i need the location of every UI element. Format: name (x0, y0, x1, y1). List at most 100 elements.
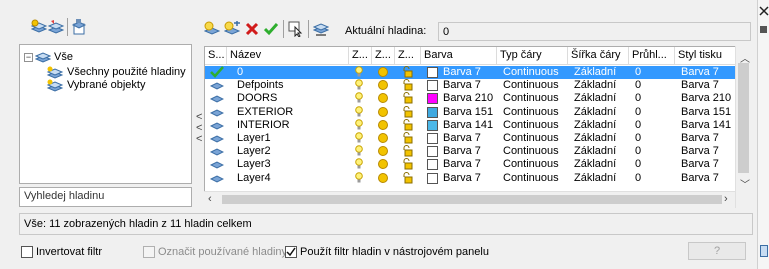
layer-name[interactable]: DOORS (237, 92, 347, 105)
scroll-left-icon[interactable]: ‹ (208, 193, 212, 205)
vertical-scroll-thumb[interactable] (738, 63, 749, 173)
layer-row[interactable]: Defpoints Barva 7 Continuous Základní 0 Barva… (205, 79, 737, 92)
lightbulb-on-icon[interactable] (355, 118, 363, 131)
transparency[interactable]: 0 (635, 92, 675, 105)
plot-style[interactable]: Barva 7 (681, 158, 737, 171)
linetype[interactable]: Continuous (503, 79, 568, 92)
unlocked-padlock-icon[interactable] (402, 92, 413, 104)
lineweight[interactable]: Základní (574, 172, 629, 185)
layer-row[interactable]: EXTERIOR Barva 151 Continuous Základní 0 Barv… (205, 106, 737, 119)
color-swatch[interactable] (427, 172, 438, 184)
transparency[interactable]: 0 (635, 132, 675, 145)
layer-name[interactable]: 0 (237, 66, 347, 79)
layer-grid[interactable]: S... Název Z... Z... Z... Barva Typ čáry… (204, 46, 752, 208)
layer-name[interactable]: Layer3 (237, 158, 347, 171)
apply-filter-toolbar-checkbox[interactable] (285, 246, 297, 258)
transparency[interactable]: 0 (635, 66, 675, 79)
tree-root-all[interactable]: − Vše (24, 50, 73, 64)
linetype[interactable]: Continuous (503, 172, 568, 185)
lightbulb-on-icon[interactable] (355, 145, 363, 157)
layer-name[interactable]: Defpoints (237, 79, 347, 92)
col-header-on[interactable]: Z... (349, 47, 372, 65)
unlocked-padlock-icon[interactable] (402, 118, 413, 131)
layer-row[interactable]: INTERIOR Barva 141 Continuous Základní 0 Barv… (205, 119, 737, 132)
transparency[interactable]: 0 (635, 145, 675, 158)
tree-item-all-used[interactable]: Všechny použité hladiny (46, 65, 186, 79)
layer-name[interactable]: INTERIOR (237, 119, 347, 132)
delete-layer-button[interactable] (243, 20, 261, 38)
lightbulb-on-icon[interactable] (355, 132, 363, 144)
linetype[interactable]: Continuous (503, 132, 568, 145)
unlocked-padlock-icon[interactable] (402, 79, 413, 91)
col-header-lineweight[interactable]: Šířka čáry (568, 47, 629, 65)
unlocked-padlock-icon[interactable] (402, 158, 413, 170)
transparency[interactable]: 0 (635, 172, 675, 185)
layer-row[interactable]: Layer2 Barva 7 Continuous Základní 0 Barva 7 (205, 145, 737, 158)
linetype[interactable]: Continuous (503, 158, 568, 171)
color-swatch[interactable] (427, 67, 438, 78)
horizontal-scroll-thumb[interactable] (222, 195, 722, 204)
color-swatch[interactable] (427, 106, 438, 118)
plot-style[interactable]: Barva 7 (681, 79, 737, 92)
layer-row[interactable]: Layer1 Barva 7 Continuous Základní 0 Barva 7 (205, 132, 737, 145)
layer-row[interactable]: DOORS Barva 210 Continuous Základní 0 Barva 2… (205, 92, 737, 105)
lightbulb-on-icon[interactable] (355, 79, 363, 91)
dock-menu-icon[interactable] (760, 26, 767, 33)
linetype[interactable]: Continuous (503, 66, 568, 79)
color-name[interactable]: Barva 151 (443, 106, 495, 119)
search-layer-input[interactable]: Vyhledej hladinu (19, 187, 192, 207)
color-name[interactable]: Barva 7 (443, 145, 495, 158)
plot-style[interactable]: Barva 7 (681, 172, 737, 185)
unlocked-padlock-icon[interactable] (402, 66, 413, 78)
sun-thawed-icon[interactable] (378, 172, 388, 183)
sun-thawed-icon[interactable] (378, 159, 388, 170)
lineweight[interactable]: Základní (574, 79, 629, 92)
lineweight[interactable]: Základní (574, 119, 629, 132)
color-swatch[interactable] (427, 159, 438, 171)
lineweight[interactable]: Základní (574, 92, 629, 105)
layer-settings-button[interactable] (312, 20, 330, 38)
col-header-linetype[interactable]: Typ čáry (497, 47, 568, 65)
sun-thawed-icon[interactable] (378, 106, 388, 117)
unlocked-padlock-icon[interactable] (402, 105, 413, 118)
color-name[interactable]: Barva 7 (443, 79, 495, 92)
transparency[interactable]: 0 (635, 119, 675, 132)
plot-style[interactable]: Barva 7 (681, 145, 737, 158)
layer-name[interactable]: EXTERIOR (237, 106, 347, 119)
sun-thawed-icon[interactable] (378, 146, 388, 157)
color-name[interactable]: Barva 7 (443, 66, 495, 79)
color-swatch[interactable] (427, 93, 438, 105)
plot-style[interactable]: Barva 151 (681, 106, 737, 119)
lightbulb-on-icon[interactable] (355, 105, 363, 118)
new-property-filter-button[interactable] (30, 18, 48, 36)
color-name[interactable]: Barva 7 (443, 132, 495, 145)
new-layer-button[interactable] (204, 20, 222, 38)
col-header-lock[interactable]: Z... (395, 47, 421, 65)
plot-style[interactable]: Barva 7 (681, 132, 737, 145)
plot-style[interactable]: Barva 141 (681, 119, 737, 132)
lineweight[interactable]: Základní (574, 66, 629, 79)
plot-style[interactable]: Barva 210 (681, 92, 737, 105)
lightbulb-on-icon[interactable] (355, 92, 363, 104)
color-swatch[interactable] (427, 133, 438, 144)
layer-name[interactable]: Layer4 (237, 172, 347, 185)
layer-row[interactable]: 0 Barva 7 Continuous Základní 0 Barva 7 (205, 66, 737, 79)
color-swatch[interactable] (427, 146, 438, 158)
color-name[interactable]: Barva 141 (443, 119, 495, 132)
col-header-freeze[interactable]: Z... (372, 47, 395, 65)
col-header-plotstyle[interactable]: Styl tisku (675, 47, 737, 65)
color-name[interactable]: Barva 7 (443, 172, 495, 185)
sun-thawed-icon[interactable] (378, 67, 388, 77)
close-icon[interactable] (759, 6, 769, 16)
select-layers-button[interactable] (287, 20, 305, 38)
lightbulb-on-icon[interactable] (355, 158, 363, 170)
collapse-toggle-icon[interactable]: − (24, 52, 33, 62)
lightbulb-on-icon[interactable] (355, 66, 363, 78)
transparency[interactable]: 0 (635, 106, 675, 119)
plot-style[interactable]: Barva 7 (681, 66, 737, 79)
sun-thawed-icon[interactable] (378, 133, 388, 143)
color-swatch[interactable] (427, 119, 438, 131)
invert-filter-checkbox[interactable] (21, 246, 33, 258)
lineweight[interactable]: Základní (574, 106, 629, 119)
sun-thawed-icon[interactable] (378, 93, 388, 104)
